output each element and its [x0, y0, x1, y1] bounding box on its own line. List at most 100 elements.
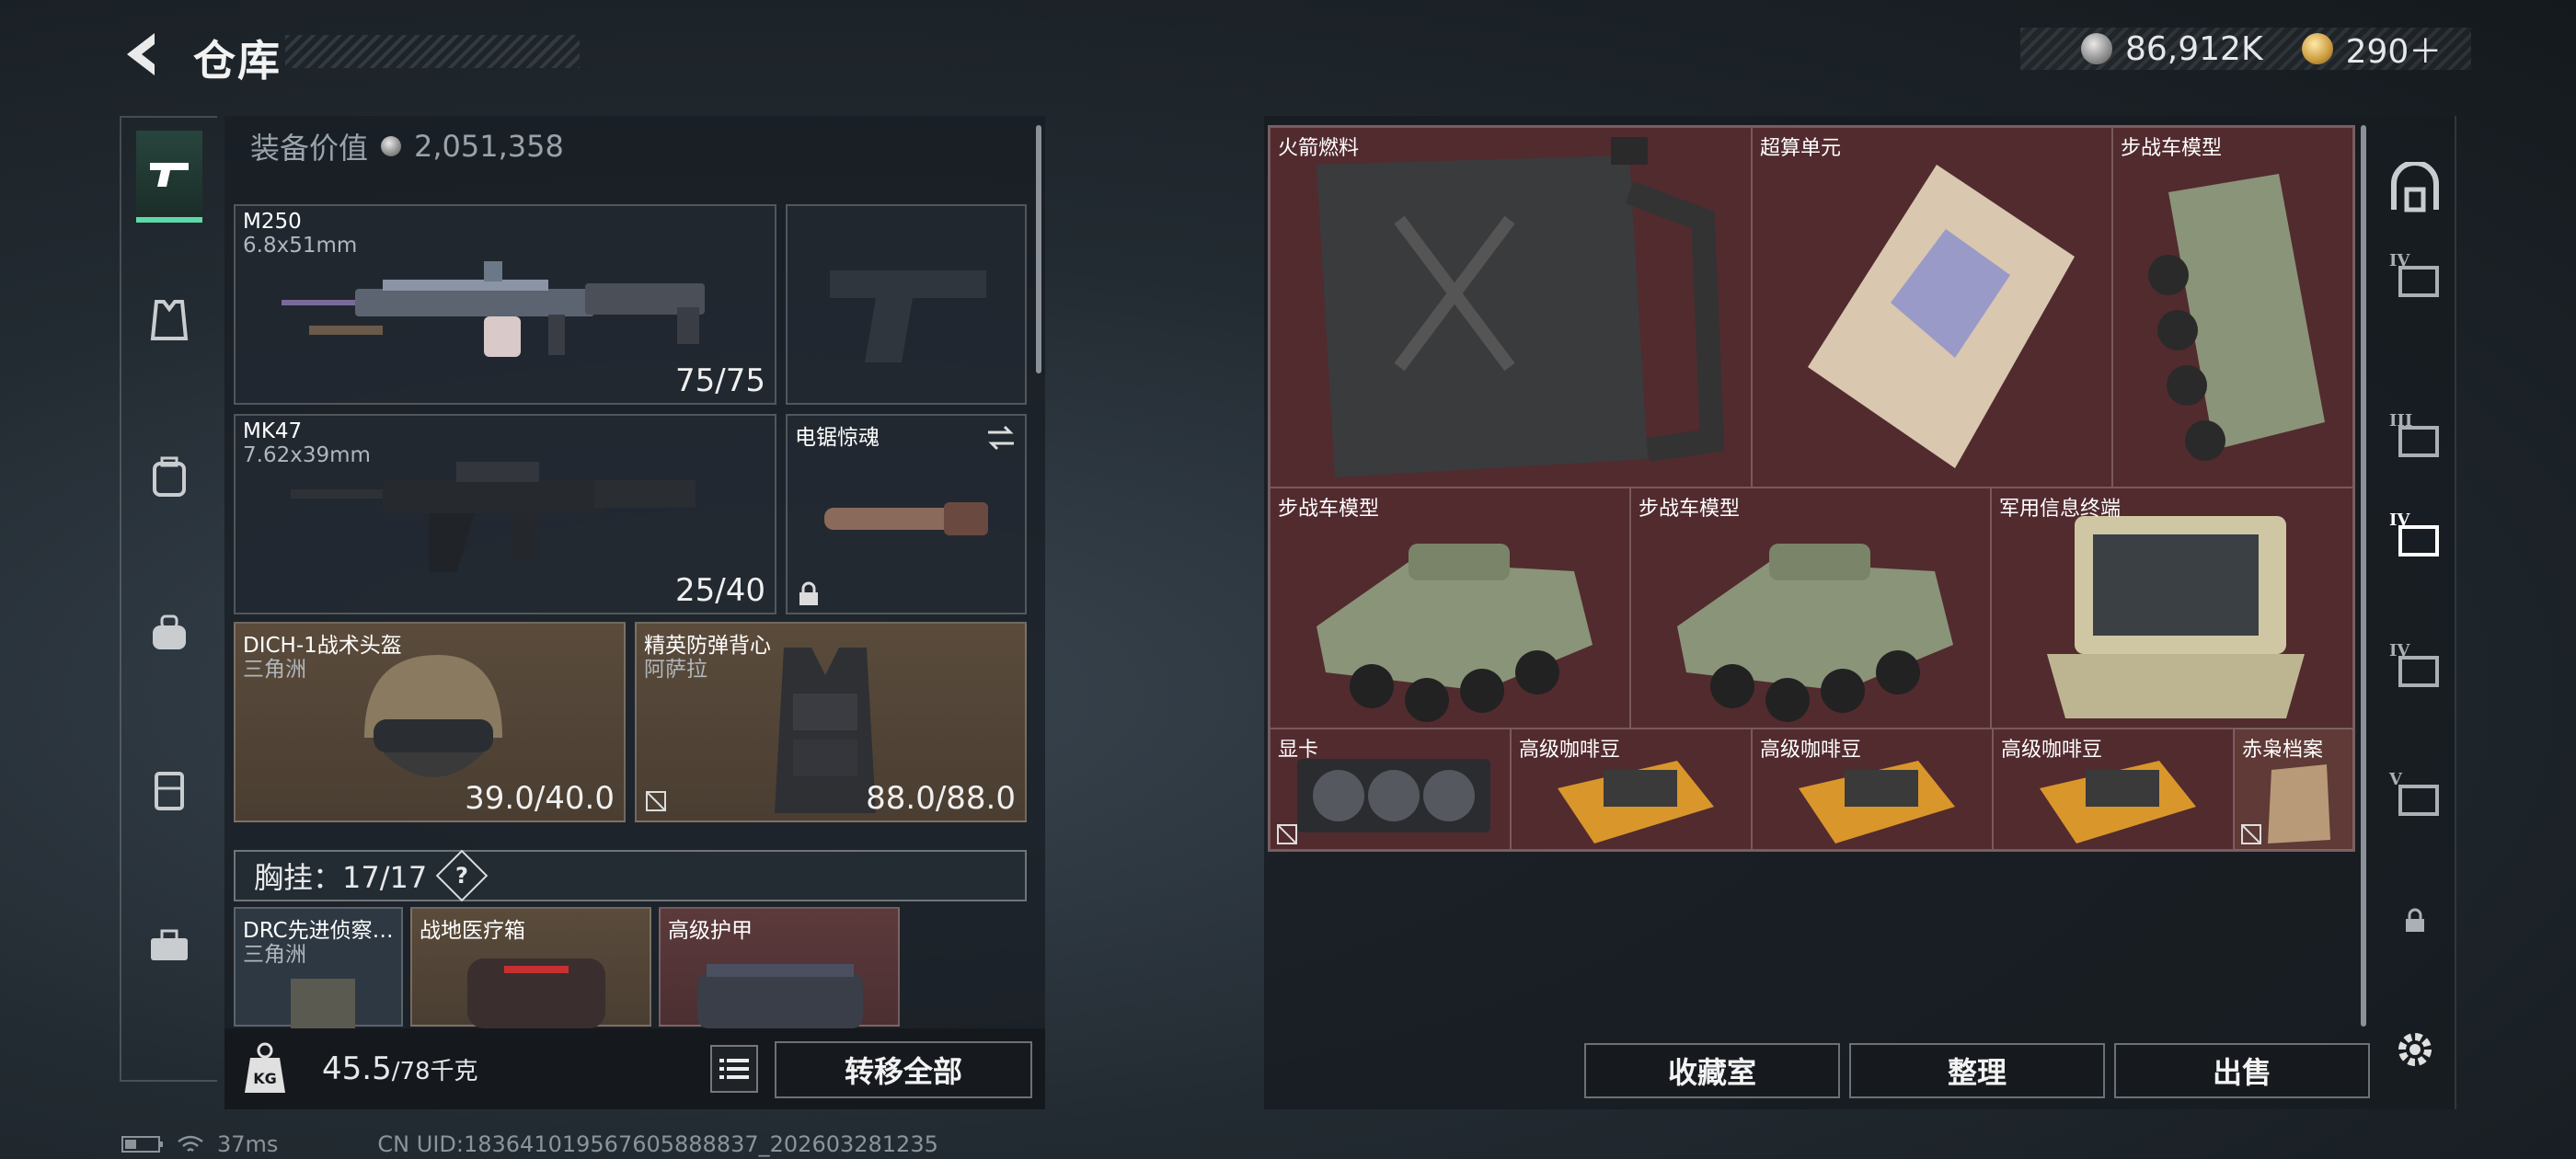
tier-v-box-tab[interactable]: V: [2383, 760, 2447, 824]
tier-iii-case-tab[interactable]: III: [2383, 401, 2447, 465]
armor-faction: 阿萨拉: [644, 658, 707, 682]
storage-tab-rail: IV III IV IV V: [2374, 116, 2456, 1109]
lock-icon: [799, 581, 818, 605]
graphics-card-image: [1297, 759, 1490, 832]
toolbox-icon: [151, 929, 188, 960]
help-icon[interactable]: ?: [435, 849, 489, 902]
storage-item-ifv-model[interactable]: 步战车模型: [2112, 127, 2353, 488]
storage-item-military-terminal[interactable]: 军用信息终端: [1991, 488, 2353, 729]
storage-item-graphics-card[interactable]: 显卡: [1270, 729, 1511, 850]
list-view-button[interactable]: [710, 1045, 758, 1093]
fuel-canister-image: [1317, 137, 1725, 477]
helmet-durability: 39.0/40.0: [465, 780, 615, 817]
pistol-placeholder-icon: [830, 270, 986, 362]
storage-item-premium-coffee[interactable]: 高级咖啡豆: [1511, 729, 1752, 850]
coffee-bag-image: [2040, 761, 2196, 843]
helmet-faction: 三角洲: [243, 658, 306, 682]
helmet-slot[interactable]: DICH-1战术头盔 三角洲 39.0/40.0: [234, 622, 626, 822]
battery-icon: [121, 1136, 163, 1153]
gold-currency-value[interactable]: 290＋: [2346, 25, 2443, 73]
secondary-weapon-slot[interactable]: MK47 7.62x39mm 25/40: [234, 414, 776, 614]
chest-item-slot[interactable]: DRC先进侦察… 三角洲: [234, 907, 403, 1028]
carry-weight: 45.5/78千克: [322, 1050, 478, 1087]
circuit-board-image: [1808, 165, 2075, 468]
status-footer: 37ms CN UID:183641019567605888837_202603…: [121, 1131, 938, 1157]
ifv-model-image: [1677, 544, 1953, 722]
chest-rig-header[interactable]: 胸挂：17/17 ?: [234, 849, 1027, 902]
item-name: 步战车模型: [2121, 137, 2223, 160]
assault-rifle-image: [291, 462, 696, 572]
item-name: 步战车模型: [1639, 498, 1741, 521]
storage-scrollbar[interactable]: [2361, 125, 2366, 1027]
user-uid: CN UID:183641019567605888837_20260328123…: [377, 1131, 938, 1157]
tier-iii-case-icon: III: [2389, 411, 2439, 457]
storage-item-supercomputer-unit[interactable]: 超算单元: [1752, 127, 2112, 488]
armor-plate-image: [697, 964, 863, 1028]
rail-tab-container[interactable]: [136, 743, 202, 835]
melee-name: 电锯惊魂: [795, 426, 880, 450]
bag-icon: [153, 614, 186, 649]
tier-iv-case-tab[interactable]: IV: [2383, 241, 2447, 305]
ifv-model-image: [2148, 174, 2325, 461]
storage-item-ifv-model[interactable]: 步战车模型: [1270, 488, 1630, 729]
recon-device-image: [291, 979, 355, 1028]
rail-tab-weapons[interactable]: [136, 131, 202, 223]
ping-value: 37ms: [217, 1131, 279, 1157]
chest-item-slot[interactable]: 战地医疗箱: [410, 907, 651, 1028]
item-name: 步战车模型: [1278, 498, 1380, 521]
ammo-count: 25/40: [675, 572, 765, 609]
back-arrow-icon[interactable]: [118, 28, 164, 81]
rail-tab-vest[interactable]: [136, 274, 202, 366]
settings-button[interactable]: [2383, 1017, 2447, 1082]
weapon-name: M250: [243, 210, 302, 234]
rail-tab-backpack[interactable]: [136, 430, 202, 522]
rail-tab-toolbox[interactable]: [136, 900, 202, 992]
chest-item-name: 高级护甲: [668, 919, 753, 943]
tier-v-box-icon: V: [2388, 770, 2439, 816]
tier-iv-box-tab-active[interactable]: IV: [2383, 500, 2447, 565]
item-name: 军用信息终端: [1999, 498, 2122, 521]
equipment-value-amount: 2,051,358: [414, 129, 564, 164]
chest-item-slot[interactable]: 高级护甲: [659, 907, 900, 1028]
swap-arrows-icon[interactable]: [984, 423, 1018, 453]
storage-item-premium-coffee[interactable]: 高级咖啡豆: [1993, 729, 2234, 850]
loadout-scrollbar[interactable]: [1036, 125, 1041, 373]
ifv-model-image: [1317, 544, 1593, 722]
melee-slot[interactable]: 电锯惊魂: [786, 414, 1027, 614]
coffee-bag-image: [1799, 761, 1955, 843]
storage-item-ifv-model[interactable]: 步战车模型: [1630, 488, 1991, 729]
armor-slot[interactable]: 精英防弹背心 阿萨拉 88.0/88.0: [635, 622, 1027, 822]
transfer-all-button[interactable]: 转移全部: [775, 1041, 1032, 1098]
carry-weight-max: /78千克: [391, 1058, 478, 1085]
archive-document-image: [2268, 764, 2330, 843]
unlocked-badge-icon: [1277, 824, 1297, 844]
item-name: 显卡: [1278, 739, 1319, 762]
collection-room-button[interactable]: 收藏室: [1584, 1043, 1840, 1098]
chest-item-name: 战地医疗箱: [420, 919, 525, 943]
tier-iv-pack-tab[interactable]: IV: [2383, 631, 2447, 695]
item-name: 赤枭档案: [2242, 739, 2324, 762]
sidearm-slot-empty[interactable]: [786, 204, 1027, 405]
item-name: 高级咖啡豆: [2001, 739, 2103, 762]
organize-button[interactable]: 整理: [1849, 1043, 2105, 1098]
storage-item-premium-coffee[interactable]: 高级咖啡豆: [1752, 729, 1993, 850]
unlocked-badge-icon: [646, 791, 666, 811]
vest-icon: [150, 300, 189, 340]
settings-gear-icon: [2398, 1033, 2432, 1066]
sell-button[interactable]: 出售: [2114, 1043, 2370, 1098]
chest-rig-capacity: 胸挂：17/17: [254, 860, 428, 895]
storage-item-rocket-fuel[interactable]: 火箭燃料: [1270, 127, 1752, 488]
machine-gun-image: [282, 261, 705, 357]
page-title: 仓库: [193, 36, 282, 86]
svg-text:KG: KG: [253, 1070, 277, 1087]
tier-iv-box-icon: IV: [2389, 511, 2439, 557]
military-terminal-image: [2047, 516, 2305, 718]
vault-tab[interactable]: [2383, 156, 2447, 221]
locked-tab[interactable]: [2383, 889, 2447, 953]
rail-tab-bag[interactable]: [136, 587, 202, 679]
vault-tab-icon: [2391, 162, 2439, 212]
silver-coin-icon: [381, 136, 402, 156]
primary-weapon-slot[interactable]: M250 6.8x51mm 75/75: [234, 204, 776, 405]
storage-item-red-owl-archive[interactable]: 赤枭档案: [2234, 729, 2353, 850]
gold-coin-icon: [2301, 33, 2333, 64]
